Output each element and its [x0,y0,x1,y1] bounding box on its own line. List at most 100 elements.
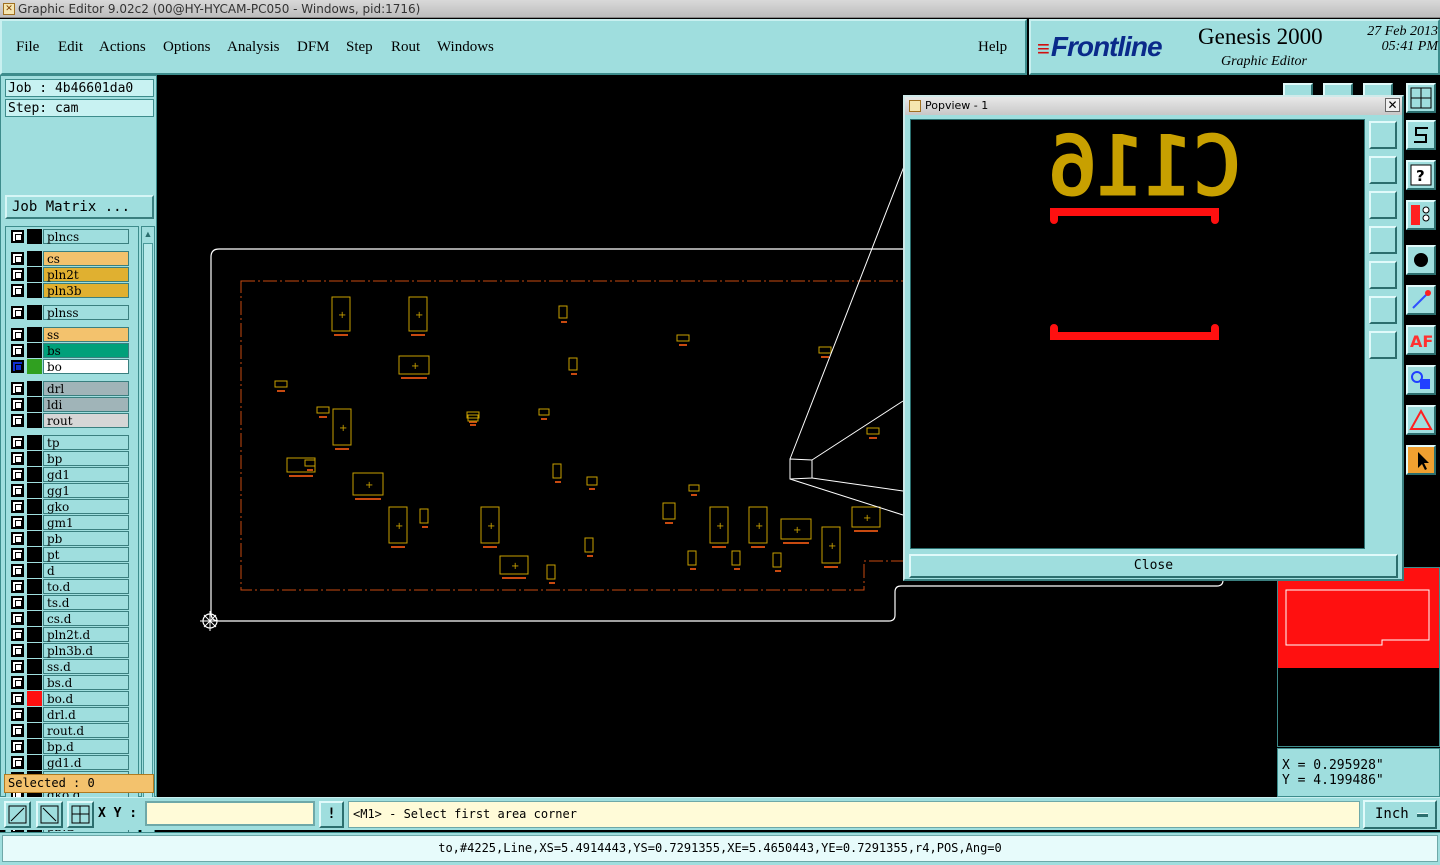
layer-color-swatch[interactable] [27,675,42,690]
layer-color-swatch[interactable] [27,381,42,396]
layer-name[interactable]: pln2t [43,267,129,282]
layer-color-swatch[interactable] [27,643,42,658]
layer-row-plncs[interactable]: plncs [9,229,129,244]
help-question-icon[interactable]: ? [1406,160,1436,190]
layer-color-swatch[interactable] [27,739,42,754]
layer-row-pln3b-d[interactable]: pln3b.d [9,643,129,658]
layer-name[interactable]: gg1 [43,483,129,498]
pan-up-icon[interactable] [1369,156,1397,184]
layer-name[interactable]: to.d [43,579,129,594]
layer-checkbox[interactable] [11,708,24,721]
pan-left-icon[interactable] [1369,226,1397,254]
layer-name[interactable]: d [43,563,129,578]
overview-map[interactable] [1277,567,1440,747]
layer-name[interactable]: pln3b [43,283,129,298]
layer-name[interactable]: plncs [43,229,129,244]
route-line-icon[interactable] [1406,285,1436,315]
zoom-out-area-icon[interactable] [36,801,63,828]
layer-name[interactable]: rout.d [43,723,129,738]
select-pointer-icon[interactable] [1406,445,1436,475]
layer-checkbox[interactable] [11,532,24,545]
measure-icon[interactable] [1406,405,1436,435]
layer-checkbox[interactable] [11,344,24,357]
layer-row-rout-d[interactable]: rout.d [9,723,129,738]
layer-name[interactable]: ts.d [43,595,129,610]
layer-name[interactable]: pt [43,547,129,562]
layer-checkbox[interactable] [11,284,24,297]
layer-checkbox[interactable] [11,628,24,641]
layer-color-swatch[interactable] [27,305,42,320]
layer-color-swatch[interactable] [27,413,42,428]
layer-name[interactable]: bp [43,451,129,466]
layer-row-pln3b[interactable]: pln3b [9,283,129,298]
layer-color-swatch[interactable] [27,755,42,770]
layer-list-scrollbar[interactable]: ▲ ▼ [141,226,155,844]
zoom-in-icon[interactable] [1369,121,1397,149]
layer-name[interactable]: pb [43,531,129,546]
layer-name[interactable]: gd1.d [43,755,129,770]
layer-row-cs-d[interactable]: cs.d [9,611,129,626]
layer-color-swatch[interactable] [27,343,42,358]
layer-checkbox[interactable] [11,436,24,449]
layer-row-plnss[interactable]: plnss [9,305,129,320]
pan-down-icon[interactable] [1369,191,1397,219]
menu-dfm[interactable]: DFM [297,39,330,56]
layer-name[interactable]: ss.d [43,659,129,674]
layer-row-pt[interactable]: pt [9,547,129,562]
layer-row-gg1[interactable]: gg1 [9,483,129,498]
layer-name[interactable]: drl [43,381,129,396]
layer-row-bo[interactable]: bo [9,359,129,374]
layer-checkbox[interactable] [11,740,24,753]
layer-row-to-d[interactable]: to.d [9,579,129,594]
layer-checkbox[interactable] [11,548,24,561]
pad-shape-icon[interactable] [1406,245,1436,275]
layer-checkbox[interactable] [11,484,24,497]
layer-color-swatch[interactable] [27,229,42,244]
zoom-area-icon[interactable] [4,801,31,828]
layer-checkbox[interactable] [11,500,24,513]
layer-row-d[interactable]: d [9,563,129,578]
layer-name[interactable]: pln3b.d [43,643,129,658]
layer-checkbox[interactable] [11,230,24,243]
units-select[interactable]: Inch [1363,800,1437,829]
layer-checkbox[interactable] [11,660,24,673]
layer-checkbox[interactable] [11,676,24,689]
layer-name[interactable]: bo.d [43,691,129,706]
menu-actions[interactable]: Actions [99,39,146,56]
layer-name[interactable]: plnss [43,305,129,320]
layer-color-swatch[interactable] [27,579,42,594]
layer-row-bs[interactable]: bs [9,343,129,358]
layer-color-swatch[interactable] [27,531,42,546]
layer-row-gko[interactable]: gko [9,499,129,514]
layer-row-bo-d[interactable]: bo.d [9,691,129,706]
layer-checkbox[interactable] [11,580,24,593]
layer-name[interactable]: drl.d [43,707,129,722]
layer-color-swatch[interactable] [27,435,42,450]
layer-color-swatch[interactable] [27,327,42,342]
layer-checkbox[interactable] [11,612,24,625]
menu-edit[interactable]: Edit [58,39,83,56]
layer-checkbox[interactable] [11,468,24,481]
text-annotation-icon[interactable]: AF [1406,325,1436,355]
layer-color-swatch[interactable] [27,595,42,610]
layer-name[interactable]: cs [43,251,129,266]
menu-windows[interactable]: Windows [437,39,494,56]
menu-file[interactable]: File [16,39,39,56]
layer-name[interactable]: pln2t.d [43,627,129,642]
snap-icon[interactable] [1406,120,1436,150]
layer-checkbox[interactable] [11,452,24,465]
layer-color-swatch[interactable] [27,283,42,298]
zoom-fit-icon[interactable] [1369,296,1397,324]
layer-checkbox[interactable] [11,414,24,427]
zoom-out-icon[interactable] [1369,331,1397,359]
layer-row-bp[interactable]: bp [9,451,129,466]
layer-color-swatch[interactable] [27,563,42,578]
menu-options[interactable]: Options [163,39,211,56]
layer-row-gm1[interactable]: gm1 [9,515,129,530]
layer-color-swatch[interactable] [27,611,42,626]
layer-name[interactable]: tp [43,435,129,450]
layer-color-swatch[interactable] [27,707,42,722]
layer-checkbox[interactable] [11,564,24,577]
layer-row-gd1-d[interactable]: gd1.d [9,755,129,770]
layer-row-rout[interactable]: rout [9,413,129,428]
